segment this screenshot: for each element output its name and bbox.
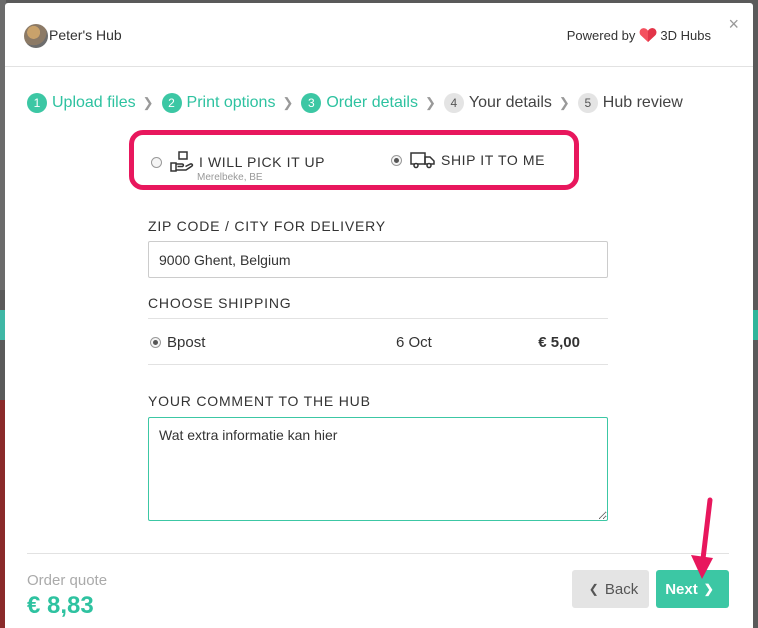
- shipping-carrier: Bpost: [167, 334, 206, 351]
- zip-city-input[interactable]: [148, 241, 608, 278]
- step-number: 5: [577, 93, 598, 113]
- comment-textarea[interactable]: Wat extra informatie kan hier: [148, 417, 608, 521]
- ship-option[interactable]: SHIP IT TO ME: [391, 151, 545, 169]
- order-modal: Peter's Hub Powered by 3D Hubs × 1 Uploa…: [5, 3, 753, 628]
- hub-avatar: [24, 24, 48, 48]
- zip-label: ZIP CODE / CITY FOR DELIVERY: [148, 218, 386, 234]
- chevron-right-icon: ❯: [558, 95, 570, 110]
- comment-label: YOUR COMMENT TO THE HUB: [148, 393, 371, 409]
- step-label: Hub review: [602, 94, 683, 111]
- step-number: 4: [443, 93, 464, 113]
- step-order-details[interactable]: 3 Order details: [301, 93, 418, 113]
- step-label: Upload files: [52, 94, 136, 111]
- close-icon[interactable]: ×: [728, 15, 739, 33]
- step-label: Your details: [468, 94, 552, 111]
- chevron-left-icon: ❮: [588, 582, 599, 596]
- annotation-arrow-icon: [691, 497, 713, 579]
- step-label: Order details: [326, 94, 418, 111]
- chevron-right-icon: ❯: [703, 582, 714, 596]
- shipping-date: 6 Oct: [396, 334, 432, 351]
- order-quote-value: € 8,83: [27, 592, 94, 619]
- truck-icon: [410, 151, 436, 169]
- next-button-label: Next: [665, 580, 698, 598]
- step-label: Print options: [186, 94, 276, 111]
- order-quote-label: Order quote: [27, 572, 108, 589]
- back-button-label: Back: [604, 580, 639, 598]
- pickup-location: Merelbeke, BE: [197, 172, 263, 183]
- progress-steps: 1 Upload files ❯ 2 Print options ❯ 3 Ord…: [27, 93, 683, 113]
- modal-header: Peter's Hub Powered by 3D Hubs ×: [5, 3, 753, 67]
- step-hub-review: 5 Hub review: [577, 93, 683, 113]
- hand-package-icon: [170, 151, 194, 173]
- shipping-radio[interactable]: [150, 337, 161, 348]
- hub-name: Peter's Hub: [49, 27, 122, 43]
- ship-label: SHIP IT TO ME: [441, 152, 546, 168]
- ship-radio[interactable]: [391, 154, 402, 166]
- step-number: 3: [301, 93, 322, 113]
- brand-name: 3D Hubs: [660, 27, 711, 43]
- shipping-label: CHOOSE SHIPPING: [148, 295, 292, 311]
- pickup-label: I WILL PICK IT UP: [199, 154, 326, 170]
- footer-divider: [27, 553, 729, 554]
- back-button[interactable]: ❮ Back: [572, 570, 649, 608]
- chevron-right-icon: ❯: [424, 95, 436, 110]
- chevron-right-icon: ❯: [142, 95, 154, 110]
- step-number: 2: [161, 93, 182, 113]
- 3d-hubs-logo-icon: [639, 27, 657, 43]
- step-your-details: 4 Your details: [443, 93, 552, 113]
- powered-by: Powered by 3D Hubs: [567, 27, 711, 43]
- step-upload-files[interactable]: 1 Upload files: [27, 93, 136, 113]
- chevron-right-icon: ❯: [282, 95, 294, 110]
- step-print-options[interactable]: 2 Print options: [161, 93, 276, 113]
- pickup-radio[interactable]: [151, 156, 162, 168]
- shipping-price: € 5,00: [538, 334, 580, 351]
- step-number: 1: [27, 93, 47, 113]
- shipping-option-row[interactable]: Bpost 6 Oct € 5,00: [148, 318, 608, 365]
- pickup-option[interactable]: I WILL PICK IT UP: [151, 151, 325, 173]
- powered-by-label: Powered by: [566, 27, 636, 43]
- delivery-method-highlight: I WILL PICK IT UP Merelbeke, BE SHIP IT …: [129, 130, 579, 190]
